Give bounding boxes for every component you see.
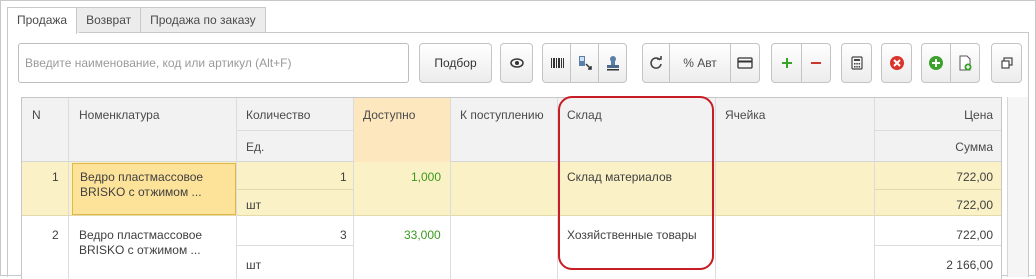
row-number: 1 xyxy=(52,170,59,184)
discount-button-group: % Авт xyxy=(642,43,760,83)
available-value: 33,000 xyxy=(404,228,441,242)
header-subdivider xyxy=(875,130,1001,131)
remove-row-button[interactable] xyxy=(801,43,831,83)
column-divider xyxy=(22,98,69,279)
sum-value[interactable]: 722,00 xyxy=(956,198,993,212)
add-row-button[interactable] xyxy=(771,43,802,83)
document-actions-group xyxy=(921,43,980,83)
vertical-scrollbar[interactable] xyxy=(1007,97,1028,277)
price-value[interactable]: 722,00 xyxy=(956,170,993,184)
delete-button[interactable] xyxy=(881,43,912,83)
tab-sale-by-order[interactable]: Продажа по заказу xyxy=(140,7,266,33)
header-item[interactable]: Номенклатура xyxy=(79,108,160,122)
auto-discount-button[interactable]: % Авт xyxy=(669,43,731,83)
warehouse-column-annotation xyxy=(558,96,714,270)
header-incoming[interactable]: К поступлению xyxy=(460,108,544,122)
unit-value[interactable]: шт xyxy=(246,198,261,212)
eye-icon xyxy=(509,58,524,68)
doc-add-icon xyxy=(959,55,972,71)
stamp-icon xyxy=(606,56,619,71)
open-window-button[interactable] xyxy=(991,43,1022,83)
barcode-button[interactable] xyxy=(542,43,571,83)
payment-card-button[interactable] xyxy=(730,43,760,83)
item-cell-selected[interactable]: Ведро пластмассовое BRISKO с отжимом ... xyxy=(72,163,236,215)
row-subdivider xyxy=(875,245,1001,246)
header-n[interactable]: N xyxy=(32,108,41,122)
quantity-value[interactable]: 3 xyxy=(340,228,347,242)
window-icon xyxy=(1000,57,1013,69)
quantity-value[interactable]: 1 xyxy=(340,170,347,184)
plus-icon xyxy=(781,58,792,68)
scanner-button[interactable] xyxy=(570,43,599,83)
stamp-button[interactable] xyxy=(598,43,627,83)
column-divider xyxy=(716,98,875,279)
header-unit[interactable]: Ед. xyxy=(246,140,264,154)
scanner-icon xyxy=(578,56,592,70)
auto-discount-label: % Авт xyxy=(683,56,717,70)
column-divider xyxy=(354,98,451,279)
item-name-line[interactable]: BRISKO с отжимом ... xyxy=(79,243,201,257)
refresh-button[interactable] xyxy=(642,43,670,83)
sum-value[interactable]: 2 166,00 xyxy=(946,258,993,272)
header-qty[interactable]: Количество xyxy=(246,108,310,122)
select-button[interactable]: Подбор xyxy=(419,43,492,83)
calculator-button[interactable] xyxy=(841,43,872,83)
column-divider xyxy=(451,98,558,279)
add-document-button[interactable] xyxy=(921,43,951,83)
item-name-line: BRISKO с отжимом ... xyxy=(80,185,202,199)
refresh-icon xyxy=(650,56,662,69)
available-value: 1,000 xyxy=(411,170,442,184)
row-number: 2 xyxy=(52,228,59,242)
scan-button-group xyxy=(542,43,627,83)
item-name-line[interactable]: Ведро пластмассовое xyxy=(79,228,202,242)
tab-divider xyxy=(79,32,1029,33)
calculator-icon xyxy=(850,56,863,70)
unit-value[interactable]: шт xyxy=(246,258,261,272)
item-name-line: Ведро пластмассовое xyxy=(80,170,204,184)
select-button-label: Подбор xyxy=(434,56,477,70)
document-form: Продажа Возврат Продажа по заказу Введит… xyxy=(0,0,1036,279)
header-cell[interactable]: Ячейка xyxy=(725,108,765,122)
delete-icon xyxy=(889,56,904,70)
header-sum[interactable]: Сумма xyxy=(955,140,993,154)
tab-return[interactable]: Возврат xyxy=(76,7,142,33)
search-input[interactable]: Введите наименование, код или артикул (A… xyxy=(18,43,409,83)
add-green-icon xyxy=(929,56,943,70)
goods-table: N Номенклатура Количество Ед. Доступно К… xyxy=(21,97,1002,279)
minus-icon xyxy=(811,62,821,64)
price-value[interactable]: 722,00 xyxy=(956,228,993,242)
header-available[interactable]: Доступно xyxy=(363,108,415,122)
view-button[interactable] xyxy=(500,43,533,83)
row-subdivider xyxy=(875,189,1001,190)
column-divider xyxy=(237,98,354,279)
row-edit-group xyxy=(771,43,831,83)
tab-strip: Продажа Возврат Продажа по заказу xyxy=(7,7,266,34)
barcode-icon xyxy=(550,58,564,68)
header-price[interactable]: Цена xyxy=(964,108,993,122)
copy-document-button[interactable] xyxy=(950,43,980,83)
card-icon xyxy=(737,57,753,69)
tab-sale[interactable]: Продажа xyxy=(7,7,78,34)
